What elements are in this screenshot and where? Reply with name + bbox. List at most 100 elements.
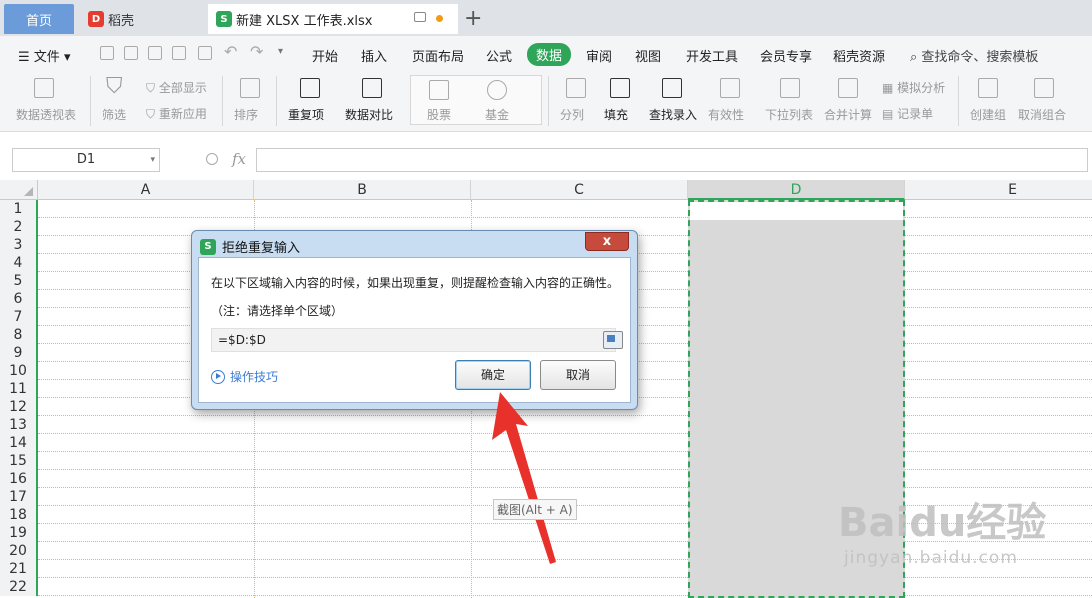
ribbon-separator [276,76,277,126]
formula-input[interactable] [256,148,1088,172]
pivot-table-icon [34,78,54,98]
sort-icon [240,78,260,98]
row-header[interactable]: 13 [0,416,38,434]
dialog-close-button[interactable]: x [585,232,629,251]
simulation-analysis-button[interactable]: ▦ 模拟分析 [882,79,945,96]
tab-home[interactable]: 首页 [4,4,74,34]
column-header-b[interactable]: B [254,180,471,200]
search-commands[interactable]: ⌕ 查找命令、搜索模板 [910,46,1038,65]
spreadsheet-logo-icon: S [200,238,216,255]
lookup-entry-button[interactable]: 查找录入 [649,106,697,123]
row-header[interactable]: 12 [0,398,38,416]
row-header[interactable]: 19 [0,524,38,542]
cancel-button[interactable]: 取消 [540,360,616,390]
formula-bar: D1 ▾ fx [0,140,1092,180]
row-header[interactable]: 18 [0,506,38,524]
range-picker-icon[interactable] [603,331,623,349]
save-icon[interactable] [100,46,114,60]
menu-review[interactable]: 审阅 [586,46,612,65]
row-header[interactable]: 9 [0,344,38,362]
select-all-corner[interactable] [0,180,38,200]
tab-file[interactable]: S 新建 XLSX 工作表.xlsx [208,4,458,34]
row-header[interactable]: 22 [0,578,38,596]
row-header[interactable]: 2 [0,218,38,236]
operation-tips-link[interactable]: 操作技巧 [211,368,278,385]
fill-button[interactable]: 填充 [604,106,628,123]
stock-button[interactable]: 股票 [427,106,451,123]
menu-start[interactable]: 开始 [312,46,338,65]
fund-button[interactable]: 基金 [485,106,509,123]
zoom-icon[interactable] [206,153,218,165]
range-input[interactable]: =$D:$D [211,328,623,352]
row-header[interactable]: 7 [0,308,38,326]
row-header[interactable]: 16 [0,470,38,488]
undo-icon[interactable]: ↶ [224,42,237,61]
show-all-button[interactable]: ⛉ 全部显示 [146,79,207,96]
row-gridline [38,577,1092,578]
column-header-c[interactable]: C [471,180,688,200]
row-header[interactable]: 10 [0,362,38,380]
menu-view[interactable]: 视图 [635,46,661,65]
column-header-d[interactable]: D [688,180,905,200]
menu-member[interactable]: 会员专享 [760,46,812,65]
tab-daoke[interactable]: D 稻壳 [80,4,202,34]
quick-access-dropdown-icon[interactable]: ▾ [278,46,283,57]
menu-developer[interactable]: 开发工具 [686,46,738,65]
menu-data[interactable]: 数据 [527,43,572,66]
row-header[interactable]: 21 [0,560,38,578]
row-header[interactable]: 4 [0,254,38,272]
validity-button[interactable]: 有效性 [708,106,744,123]
pivot-table-button[interactable]: 数据透视表 [16,106,76,123]
reapply-label: 重新应用 [158,107,207,121]
active-cell-d1[interactable] [690,202,903,220]
duplicates-button[interactable]: 重复项 [288,106,324,123]
split-column-button[interactable]: 分列 [560,106,584,123]
new-tab-button[interactable]: + [464,6,482,31]
show-all-label: 全部显示 [158,81,207,95]
redo-icon[interactable]: ↷ [250,42,263,61]
row-header[interactable]: 14 [0,434,38,452]
fx-icon[interactable]: fx [232,150,246,168]
name-box[interactable]: D1 ▾ [12,148,160,172]
export-icon[interactable] [124,46,138,60]
data-compare-button[interactable]: 数据对比 [345,106,393,123]
print-preview-icon[interactable] [172,46,186,60]
create-group-button[interactable]: 创建组 [970,106,1006,123]
reject-duplicate-dialog: S 拒绝重复输入 x 在以下区域输入内容的时候，如果出现重复，则提醒检查输入内容… [191,230,638,410]
monitor-icon[interactable] [414,12,426,22]
menu-insert[interactable]: 插入 [361,46,387,65]
row-header[interactable]: 1 [0,200,38,218]
consolidate-button[interactable]: 合并计算 [824,106,872,123]
sort-button[interactable]: 排序 [234,106,258,123]
record-form-button[interactable]: ▤ 记录单 [882,105,933,122]
ribbon-separator [222,76,223,126]
watermark-logo: Baidu经验 [838,500,1047,546]
filter-icon: ⛉ [106,74,123,99]
row-header[interactable]: 5 [0,272,38,290]
tab-bar: 首页 D 稻壳 S 新建 XLSX 工作表.xlsx + [0,0,1092,36]
row-header[interactable]: 6 [0,290,38,308]
ok-button[interactable]: 确定 [455,360,531,390]
row-header[interactable]: 20 [0,542,38,560]
validity-icon [720,78,740,98]
simulation-analysis-label: 模拟分析 [897,81,946,95]
row-header[interactable]: 11 [0,380,38,398]
menu-page-layout[interactable]: 页面布局 [412,46,464,65]
menu-daoke-resources[interactable]: 稻壳资源 [833,46,885,65]
menu-formula[interactable]: 公式 [486,46,512,65]
column-header-a[interactable]: A [38,180,254,200]
print-icon[interactable] [148,46,162,60]
column-header-e[interactable]: E [905,180,1092,200]
row-header[interactable]: 8 [0,326,38,344]
name-box-dropdown-icon[interactable]: ▾ [150,149,155,171]
row-header[interactable]: 17 [0,488,38,506]
row-header[interactable]: 15 [0,452,38,470]
find-icon[interactable] [198,46,212,60]
ribbon-separator [90,76,91,126]
file-menu-button[interactable]: ☰ 文件 ▾ [18,46,70,65]
dropdown-list-button[interactable]: 下拉列表 [765,106,813,123]
reapply-button[interactable]: ⛉ 重新应用 [146,105,207,122]
ungroup-button[interactable]: 取消组合 [1018,106,1066,123]
row-header[interactable]: 3 [0,236,38,254]
filter-button[interactable]: 筛选 [102,106,126,123]
